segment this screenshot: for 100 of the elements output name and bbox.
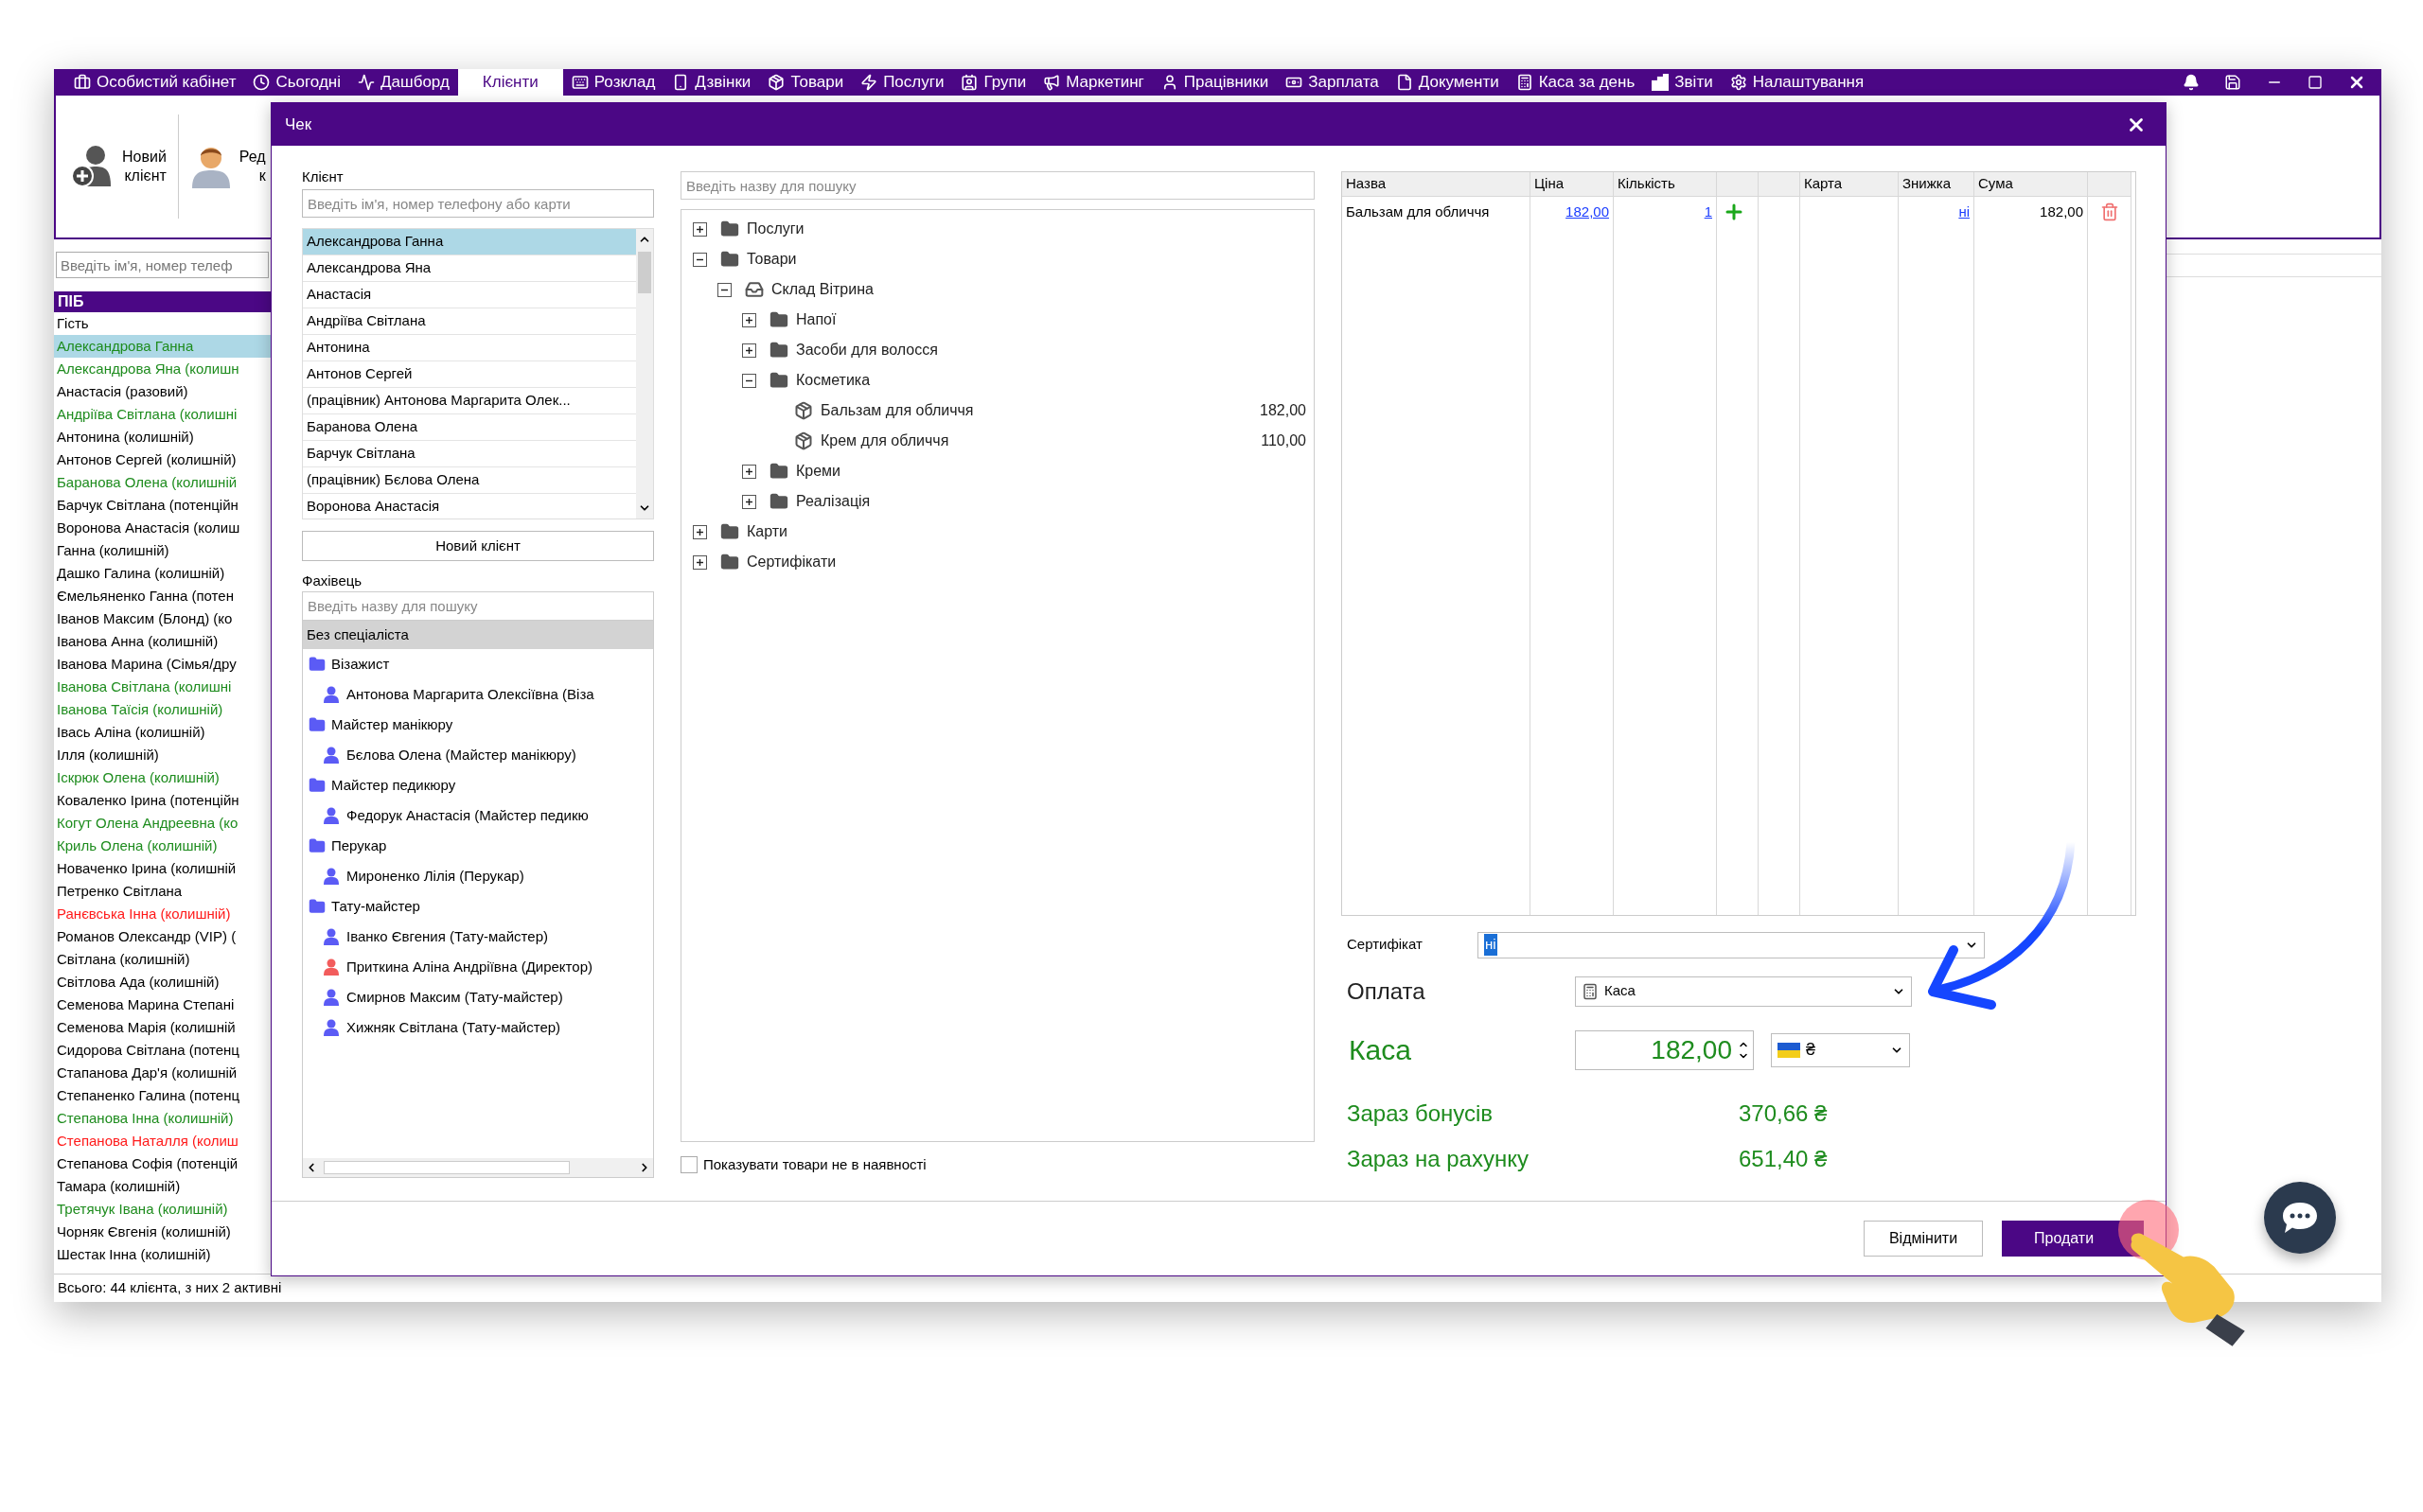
- client-row[interactable]: Чорняк Євгенія (колишній): [54, 1221, 271, 1243]
- sell-button[interactable]: Продати: [2002, 1221, 2144, 1257]
- tree-item[interactable]: Майстер манікюру: [331, 713, 453, 736]
- list-item[interactable]: Барчук Світлана: [303, 441, 636, 467]
- expand-toggle[interactable]: [693, 554, 707, 570]
- tree-item[interactable]: Візажист: [331, 653, 390, 676]
- client-row[interactable]: Новаченко Ірина (колишній: [54, 857, 271, 880]
- client-row[interactable]: Івась Аліна (колишній): [54, 721, 271, 744]
- menu-tab[interactable]: Налаштування: [1721, 69, 1873, 96]
- client-row[interactable]: Степанова Софія (потенцій: [54, 1152, 271, 1175]
- list-item[interactable]: Антонов Сергей: [303, 361, 636, 388]
- table-link[interactable]: 182,00: [1565, 201, 1609, 223]
- client-row[interactable]: Семенова Марія (колишній: [54, 1016, 271, 1039]
- tree-item[interactable]: Напої: [796, 308, 837, 331]
- column-header[interactable]: Знижка: [1899, 172, 1973, 197]
- client-row[interactable]: Воронова Анастасія (колиш: [54, 517, 271, 539]
- table-link[interactable]: ні: [1958, 201, 1970, 223]
- client-row[interactable]: Ємельяненко Ганна (потен: [54, 585, 271, 607]
- menu-tab[interactable]: Клієнти: [457, 69, 563, 96]
- client-row[interactable]: Семенова Марина Степані: [54, 993, 271, 1016]
- list-item[interactable]: Александрова Ганна: [303, 229, 636, 255]
- tree-item[interactable]: Іванко Євгения (Тату-майстер): [346, 925, 548, 948]
- menu-tab[interactable]: Сьогодні: [244, 69, 350, 96]
- client-row[interactable]: Александрова Яна (колишн: [54, 358, 271, 380]
- menu-tab[interactable]: Працівники: [1152, 69, 1278, 96]
- toolbar-button[interactable]: Новий клієнт: [67, 114, 170, 219]
- column-header[interactable]: Ціна: [1530, 172, 1613, 197]
- tree-item[interactable]: Креми: [796, 460, 841, 483]
- expand-toggle[interactable]: [742, 343, 756, 358]
- tree-item[interactable]: Перукар: [331, 835, 387, 857]
- search-field[interactable]: Введіть ім'я, номер телефону або карти: [302, 189, 654, 218]
- dropdown[interactable]: Каса: [1575, 976, 1912, 1007]
- tree-item[interactable]: Послуги: [747, 218, 805, 240]
- tree-item[interactable]: Склад Вітрина: [771, 278, 874, 301]
- amount-field[interactable]: 182,00: [1575, 1029, 1754, 1070]
- menu-tab[interactable]: Розклад: [562, 69, 664, 96]
- tree-item[interactable]: Бєлова Олена (Майстер манікюру): [346, 744, 576, 766]
- menu-tab[interactable]: Звіти: [1643, 69, 1722, 96]
- client-row[interactable]: Степанова Інна (колишній): [54, 1107, 271, 1130]
- horizontal-scrollbar[interactable]: [303, 1158, 653, 1177]
- tree-item[interactable]: Косметика: [796, 369, 871, 392]
- menu-tab[interactable]: Товари: [759, 69, 853, 96]
- list-item[interactable]: (працівник) Бєлова Олена: [303, 467, 636, 494]
- cancel-button[interactable]: Відмінити: [1864, 1221, 1983, 1257]
- scroll-thumb[interactable]: [324, 1161, 570, 1174]
- tree-item[interactable]: Приткина Аліна Андріївна (Директор): [346, 956, 592, 978]
- tree-item[interactable]: Засоби для волосся: [796, 339, 938, 361]
- client-row[interactable]: Петренко Світлана: [54, 880, 271, 903]
- tree-item[interactable]: Реалізація: [796, 490, 871, 513]
- search-field[interactable]: Введіть назву для пошуку: [681, 171, 1315, 200]
- search-field[interactable]: Введіть ім'я, номер телеф: [56, 252, 269, 278]
- client-row[interactable]: Андріїва Світлана (колишні: [54, 403, 271, 426]
- expand-toggle[interactable]: [742, 373, 756, 388]
- client-row[interactable]: Третячук Івана (колишній): [54, 1198, 271, 1221]
- expand-toggle[interactable]: [742, 494, 756, 509]
- client-row[interactable]: Іванов Максим (Блонд) (ко: [54, 607, 271, 630]
- checkbox[interactable]: [681, 1156, 698, 1173]
- client-row[interactable]: Тамара (колишній): [54, 1175, 271, 1198]
- column-header[interactable]: Назва: [1342, 172, 1530, 197]
- client-row[interactable]: Антонов Сергей (колишній): [54, 448, 271, 471]
- tree-item[interactable]: Товари: [747, 248, 797, 271]
- expand-toggle[interactable]: [717, 282, 732, 297]
- client-row[interactable]: Дашко Галина (колишній): [54, 562, 271, 585]
- scroll-thumb[interactable]: [638, 252, 651, 293]
- menu-tab[interactable]: Особистий кабінет: [65, 69, 245, 96]
- list-item[interactable]: Баранова Олена: [303, 414, 636, 441]
- menu-tab[interactable]: Дашборд: [349, 69, 458, 96]
- tree-item[interactable]: Антонова Маргарита Олексіївна (Віза: [346, 683, 594, 706]
- client-row[interactable]: Іванова Світлана (колишні: [54, 676, 271, 698]
- menu-tab[interactable]: Послуги: [852, 69, 953, 96]
- expand-toggle[interactable]: [693, 252, 707, 267]
- menu-tab[interactable]: Каса за день: [1507, 69, 1644, 96]
- tree-item[interactable]: Смирнов Максим (Тату-майстер): [346, 986, 563, 1009]
- expand-toggle[interactable]: [693, 524, 707, 539]
- expand-toggle[interactable]: [742, 312, 756, 327]
- column-header[interactable]: Карта: [1800, 172, 1898, 197]
- client-row[interactable]: Іванова Марина (Сімья/дру: [54, 653, 271, 676]
- maximize-icon[interactable]: [2308, 75, 2323, 90]
- tree-item[interactable]: Майстер педикюру: [331, 774, 456, 797]
- tree-item[interactable]: Без спеціаліста: [303, 621, 653, 649]
- client-row[interactable]: Барчук Світлана (потенційн: [54, 494, 271, 517]
- expand-toggle[interactable]: [742, 464, 756, 479]
- list-item[interactable]: Антонина: [303, 335, 636, 361]
- bell-icon[interactable]: [2183, 74, 2200, 91]
- tree-item[interactable]: Хижняк Світлана (Тату-майстер): [346, 1016, 561, 1039]
- client-row[interactable]: Когут Олена Андреевна (ко: [54, 812, 271, 835]
- dropdown[interactable]: ні: [1477, 931, 1985, 958]
- client-row[interactable]: Антонина (колишній): [54, 426, 271, 448]
- client-row[interactable]: Світлова Ада (колишній): [54, 971, 271, 993]
- column-header[interactable]: Сума: [1974, 172, 2087, 197]
- menu-tab[interactable]: Зарплата: [1277, 69, 1388, 96]
- client-row[interactable]: Шестак Інна (колишній): [54, 1243, 271, 1266]
- list-item[interactable]: Александрова Яна: [303, 255, 636, 282]
- tree-item[interactable]: Карти: [747, 520, 788, 543]
- client-row[interactable]: Романов Олександр (VIP) (: [54, 925, 271, 948]
- save-icon[interactable]: [2224, 74, 2241, 91]
- client-row[interactable]: Гість: [54, 312, 271, 335]
- client-row[interactable]: Іскрюк Олена (колишній): [54, 766, 271, 789]
- client-row[interactable]: Анастасія (разовий): [54, 380, 271, 403]
- client-row[interactable]: Степанова Наталля (колиш: [54, 1130, 271, 1152]
